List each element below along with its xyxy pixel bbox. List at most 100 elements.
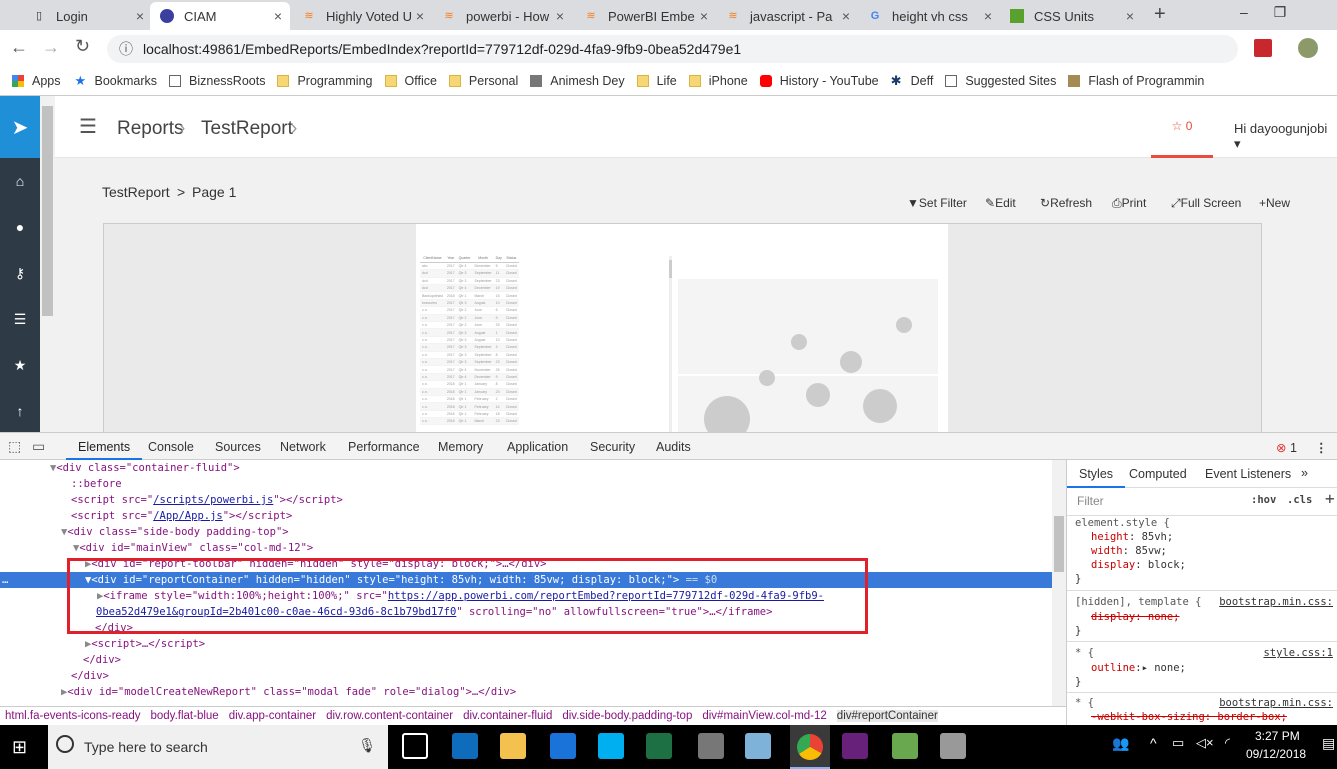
close-tab-icon[interactable]: × (136, 8, 144, 24)
microphone-icon[interactable]: 🎙 (358, 737, 376, 754)
devtools-tab-security[interactable]: Security (590, 440, 635, 454)
wifi-icon[interactable]: ◜ (1225, 735, 1230, 751)
style-property[interactable]: height: 85vh; (1091, 531, 1173, 543)
refresh-button[interactable]: ↻Refresh (1040, 196, 1092, 210)
page-scrollbar[interactable] (40, 96, 55, 432)
style-property[interactable]: display: block; (1091, 559, 1186, 571)
hov-toggle[interactable]: :hov (1251, 494, 1276, 506)
star-icon[interactable]: ★ (0, 342, 40, 388)
clock-time[interactable]: 3:27 PM (1255, 729, 1300, 743)
tab-ciam[interactable]: CIAM × (150, 2, 290, 30)
crumb-container-fluid[interactable]: div.container-fluid (463, 710, 552, 722)
crumb-body[interactable]: body.flat-blue (151, 710, 219, 722)
tab-stackoverflow-1[interactable]: ≋ Highly Voted U × (292, 2, 432, 30)
devtools-tab-application[interactable]: Application (507, 440, 568, 454)
user-menu[interactable]: Hi dayoogunjobi ▾ (1234, 121, 1337, 152)
column-header[interactable]: Day (493, 255, 504, 263)
action-center-icon[interactable]: ▤ (1322, 735, 1335, 752)
crumb-mainview[interactable]: div#mainView.col-md-12 (702, 710, 826, 722)
crumb-content-container[interactable]: div.row.content-container (326, 710, 453, 722)
elements-scrollbar[interactable] (1052, 460, 1066, 706)
bookmark-youtube[interactable]: History - YouTube (759, 74, 879, 88)
print-button[interactable]: ⎙Print (1112, 196, 1146, 211)
crumb-html[interactable]: html.fa-events-icons-ready (5, 710, 141, 722)
dom-node[interactable]: ▶<script>…</script> (0, 636, 1052, 652)
bookmark-programming[interactable]: Programming (277, 74, 373, 88)
table-scrollbar[interactable] (669, 256, 672, 432)
edit-button[interactable]: ✎Edit (985, 196, 1016, 210)
battery-icon[interactable]: ▭ (1172, 735, 1184, 751)
style-property-overridden[interactable]: -webkit-box-sizing: border-box; (1091, 711, 1287, 723)
devtools-tab-performance[interactable]: Performance (348, 440, 420, 454)
outlook-icon[interactable] (452, 733, 478, 759)
chart-app-icon[interactable] (892, 733, 918, 759)
new-button[interactable]: +New (1259, 196, 1290, 210)
extension-icon[interactable] (1254, 39, 1272, 57)
dom-node[interactable]: ▶<div id="modelCreateNewReport" class="m… (0, 684, 1052, 700)
chrome-taskbar-button[interactable] (790, 725, 830, 769)
crumb-app-container[interactable]: div.app-container (229, 710, 316, 722)
bookmark-life[interactable]: Life (636, 74, 677, 88)
url-bar[interactable]: ⓘ localhost:49861/EmbedReports/EmbedIndex… (107, 35, 1238, 63)
bookmark-personal[interactable]: Personal (448, 74, 518, 88)
tab-google[interactable]: Gheight vh css × (858, 2, 1000, 30)
devtools-tab-memory[interactable]: Memory (438, 440, 483, 454)
bookmark-biznessroots[interactable]: BiznessRoots (169, 74, 265, 88)
volume-muted-icon[interactable]: ◁× (1196, 735, 1214, 751)
style-property[interactable]: outline:▸ none; (1091, 662, 1186, 674)
paper-plane-logo-icon[interactable]: ➤ (0, 96, 40, 158)
bookmark-bookmarks[interactable]: ★ Bookmarks (75, 74, 158, 88)
column-header[interactable]: Status (503, 255, 519, 263)
styles-filter-input[interactable]: Filter (1073, 491, 1239, 511)
devtools-menu-icon[interactable]: ⋮ (1315, 440, 1328, 455)
close-tab-icon[interactable]: × (416, 8, 424, 24)
rule-source-link[interactable]: bootstrap.min.css: (1219, 596, 1333, 608)
list-icon[interactable]: ☰ (0, 296, 40, 342)
full-screen-button[interactable]: ⤢Full Screen (1171, 196, 1241, 211)
bookmark-flash-of-programming[interactable]: Flash of Programmin (1068, 74, 1204, 88)
windows-start-icon[interactable]: ⊞ (12, 737, 27, 758)
close-tab-icon[interactable]: × (842, 8, 850, 24)
rule-source-link[interactable]: bootstrap.min.css: (1219, 697, 1333, 709)
bookmark-animesh-dey[interactable]: Animesh Dey (530, 74, 625, 88)
device-toolbar-icon[interactable]: ▭ (32, 438, 45, 455)
dom-close-tag[interactable]: </div> (0, 668, 1052, 684)
close-tab-icon[interactable]: × (556, 8, 564, 24)
error-counter[interactable]: ⊗ 1 (1276, 440, 1297, 455)
task-view-icon[interactable] (402, 733, 428, 759)
bookmark-apps[interactable]: Apps (12, 74, 61, 88)
devtools-tab-sources[interactable]: Sources (215, 440, 261, 454)
people-icon[interactable]: 👥 (1112, 735, 1129, 752)
upload-icon[interactable]: ↑ (0, 388, 40, 434)
edge-icon[interactable] (550, 733, 576, 759)
bookmark-suggested-sites[interactable]: Suggested Sites (945, 74, 1056, 88)
more-tabs-icon[interactable]: » (1301, 466, 1308, 480)
hamburger-menu-icon[interactable]: ☰ (79, 114, 97, 139)
key-icon[interactable]: ⚷ (0, 250, 40, 296)
column-header[interactable]: Month (472, 255, 494, 263)
favorites-button[interactable]: ☆ 0 (1151, 96, 1213, 158)
dom-node[interactable]: <script src="/scripts/powerbi.js"></scri… (0, 492, 1052, 508)
profile-avatar[interactable] (1298, 38, 1318, 58)
close-tab-icon[interactable]: × (700, 8, 708, 24)
dom-node[interactable]: <script src="/App/App.js"></script> (0, 508, 1052, 524)
rule-source-link[interactable]: style.css:1 (1263, 647, 1333, 659)
file-explorer-icon[interactable] (500, 733, 526, 759)
tab-login[interactable]: ▯ Login × (22, 2, 152, 30)
back-icon[interactable]: ← (10, 37, 28, 58)
tab-css-units[interactable]: CSS Units × (1000, 2, 1142, 30)
breadcrumb-testreport[interactable]: TestReport (201, 118, 293, 140)
cls-toggle[interactable]: .cls (1287, 494, 1312, 506)
close-tab-icon[interactable]: × (274, 8, 282, 24)
devtools-tab-audits[interactable]: Audits (656, 440, 691, 454)
event-listeners-tab[interactable]: Event Listeners (1205, 467, 1291, 481)
tab-stackoverflow-4[interactable]: ≋ javascript - Pa × (716, 2, 858, 30)
styles-tab[interactable]: Styles (1067, 460, 1126, 488)
dom-node[interactable]: ▼<div id="mainView" class="col-md-12"> (0, 540, 1052, 556)
bookmark-office[interactable]: Office (384, 74, 437, 88)
column-header[interactable]: Quarter (456, 255, 473, 263)
devtools-tab-console[interactable]: Console (148, 440, 194, 454)
reload-icon[interactable]: ↻ (75, 36, 90, 57)
dom-close-tag[interactable]: </div> (0, 652, 1052, 668)
skype-icon[interactable] (598, 733, 624, 759)
